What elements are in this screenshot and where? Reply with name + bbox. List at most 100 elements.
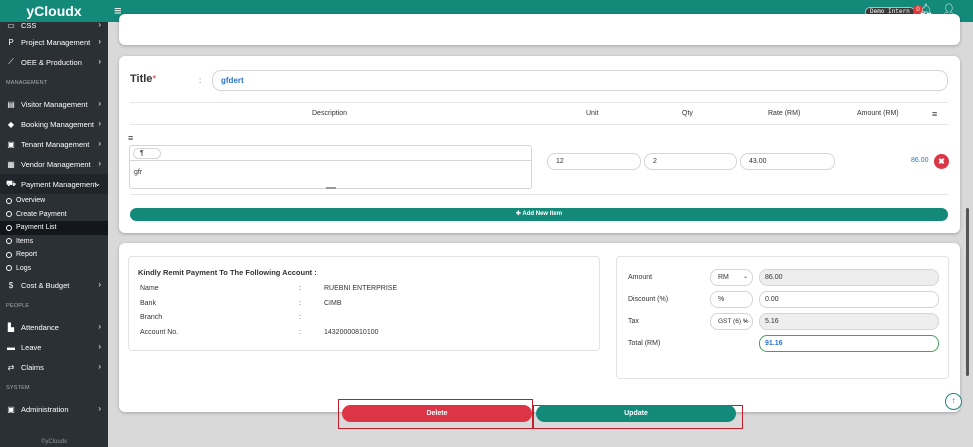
sidebar-subitem-label: Logs — [16, 264, 32, 272]
sidebar-item-oee-production[interactable]: ⟋ OEE & Production › — [0, 52, 108, 72]
sidebar-item-leave[interactable]: ▬ Leave › — [0, 337, 108, 357]
chevron-right-icon: › — [98, 159, 101, 168]
title-colon: : — [199, 76, 202, 85]
claims-icon: ⇄ — [7, 362, 15, 372]
tax-select[interactable]: GST (6) % ⌄ — [710, 313, 753, 330]
drag-handle-icon[interactable]: ≡ — [128, 133, 133, 143]
required-mark: * — [152, 74, 157, 85]
card-header-stub — [119, 14, 960, 45]
sidebar-item-attendance[interactable]: ▙ Attendance › — [0, 317, 108, 337]
divider — [130, 124, 948, 125]
chevron-right-icon: › — [98, 404, 101, 413]
sidebar-item-label: CSS — [21, 20, 37, 30]
sidebar-item-payment-management[interactable]: ⛟ Payment Management ⌄ — [0, 174, 108, 194]
sidebar-item-visitor-management[interactable]: ▤ Visitor Management › — [0, 94, 108, 114]
chevron-right-icon: › — [98, 20, 101, 29]
chevron-right-icon: › — [98, 362, 101, 371]
total-field: 91.16 — [759, 335, 939, 352]
main-content: Title* : gfdert Description Unit Qty Rat… — [108, 14, 973, 447]
editor-toolbar: ¶ — [130, 146, 531, 161]
sidebar-item-label: Attendance — [21, 322, 59, 332]
sidebar-item-project-management[interactable]: P Project Management › — [0, 32, 108, 52]
chevron-right-icon: › — [98, 37, 101, 46]
remit-colon: : — [299, 314, 301, 321]
rate-input[interactable]: 43.00 — [740, 153, 835, 170]
circle-icon — [6, 224, 12, 231]
section-management: MANAGEMENT — [6, 80, 48, 86]
delete-button[interactable]: Delete — [342, 405, 532, 422]
col-amount: Amount (RM) — [857, 110, 899, 117]
discount-input[interactable]: 0.00 — [759, 291, 939, 308]
sidebar-item-label: Cost & Budget — [21, 280, 70, 290]
discount-unit: % — [710, 291, 753, 308]
scroll-to-top-button[interactable]: ↑ — [945, 393, 962, 410]
title-label: Title* — [130, 73, 156, 85]
sidebar-item-label: OEE & Production — [21, 57, 82, 67]
unit-input[interactable]: 12 — [547, 153, 641, 170]
sidebar-subitem-overview[interactable]: Overview — [0, 194, 108, 208]
add-item-button[interactable]: ✚ Add New Item — [130, 208, 948, 221]
sidebar-footer: ©yCloudx — [40, 439, 68, 445]
divider — [130, 102, 948, 103]
remit-value: CIMB — [324, 300, 342, 307]
chevron-down-icon: ⌄ — [742, 274, 748, 280]
leave-icon: ▬ — [7, 342, 15, 352]
sidebar-subitem-items[interactable]: Items — [0, 235, 108, 249]
resize-grip[interactable] — [326, 187, 336, 189]
sidebar-item-label: Administration — [21, 404, 69, 414]
sidebar-subitem-payment-list[interactable]: Payment List — [0, 221, 108, 235]
scrollbar[interactable] — [966, 208, 969, 376]
sidebar-menu: ▭ CSS › P Project Management › ⟋ OEE & P… — [0, 20, 108, 419]
sidebar-subitem-label: Payment List — [16, 224, 57, 232]
sidebar-item-cost-budget[interactable]: $ Cost & Budget › — [0, 275, 108, 295]
divider — [130, 194, 948, 195]
remit-key: Name — [140, 285, 159, 292]
sidebar-subitem-logs[interactable]: Logs — [0, 262, 108, 276]
cart-icon: ⛟ — [6, 179, 17, 188]
discount-label: Discount (%) — [628, 296, 669, 303]
plus-icon: ✚ — [515, 211, 521, 217]
sidebar-item-vendor-management[interactable]: ▦ Vendor Management › — [0, 154, 108, 174]
sidebar-item-label: Vendor Management — [21, 159, 91, 169]
description-editor[interactable]: ¶ gfr — [129, 145, 532, 189]
sidebar-item-css[interactable]: ▭ CSS › — [0, 18, 108, 32]
title-label-text: Title — [130, 73, 153, 85]
chart-line-icon: ⟋ — [8, 57, 14, 66]
currency-select[interactable]: RM ⌄ — [710, 269, 753, 286]
sidebar-subitem-label: Overview — [16, 197, 46, 205]
row-amount: 86.00 — [911, 157, 929, 164]
sidebar-item-booking-management[interactable]: ◆ Booking Management › — [0, 114, 108, 134]
sidebar: yCloudx ▭ CSS › P Project Management › ⟋… — [0, 0, 108, 447]
chevron-right-icon: › — [98, 342, 101, 351]
qty-input[interactable]: 2 — [644, 153, 737, 170]
sidebar-item-administration[interactable]: ▣ Administration › — [0, 399, 108, 419]
tax-label: Tax — [628, 318, 639, 325]
chevron-right-icon: › — [98, 139, 101, 148]
description-text[interactable]: gfr — [134, 169, 142, 176]
admin-icon: ▣ — [7, 404, 15, 414]
remit-colon: : — [299, 285, 301, 292]
sidebar-item-label: Visitor Management — [21, 99, 88, 109]
column-menu-icon[interactable]: ≡ — [932, 109, 937, 119]
sidebar-item-label: Project Management — [21, 37, 91, 47]
project-icon: P — [8, 37, 14, 47]
chevron-down-icon: ⌄ — [742, 318, 748, 324]
remove-row-button[interactable]: ✖ — [934, 154, 949, 169]
sidebar-subitem-report[interactable]: Report — [0, 248, 108, 262]
sidebar-item-label: Payment Management — [21, 179, 97, 189]
sidebar-subitem-create-payment[interactable]: Create Payment — [0, 208, 108, 222]
amount-label: Amount — [628, 274, 653, 281]
paragraph-button[interactable]: ¶ — [133, 148, 161, 159]
sidebar-item-label: Leave — [21, 342, 42, 352]
currency-value: RM — [718, 274, 729, 281]
sidebar-subitem-label: Create Payment — [16, 210, 67, 218]
sidebar-item-claims[interactable]: ⇄ Claims › — [0, 357, 108, 377]
circle-icon — [6, 265, 12, 272]
sidebar-item-tenant-management[interactable]: ▣ Tenant Management › — [0, 134, 108, 154]
section-system: SYSTEM — [6, 385, 30, 391]
arrow-up-icon: ↑ — [951, 396, 956, 405]
update-button[interactable]: Update — [536, 405, 736, 422]
chevron-right-icon: › — [98, 280, 101, 289]
title-input[interactable]: gfdert — [212, 70, 948, 91]
col-unit: Unit — [586, 110, 599, 117]
